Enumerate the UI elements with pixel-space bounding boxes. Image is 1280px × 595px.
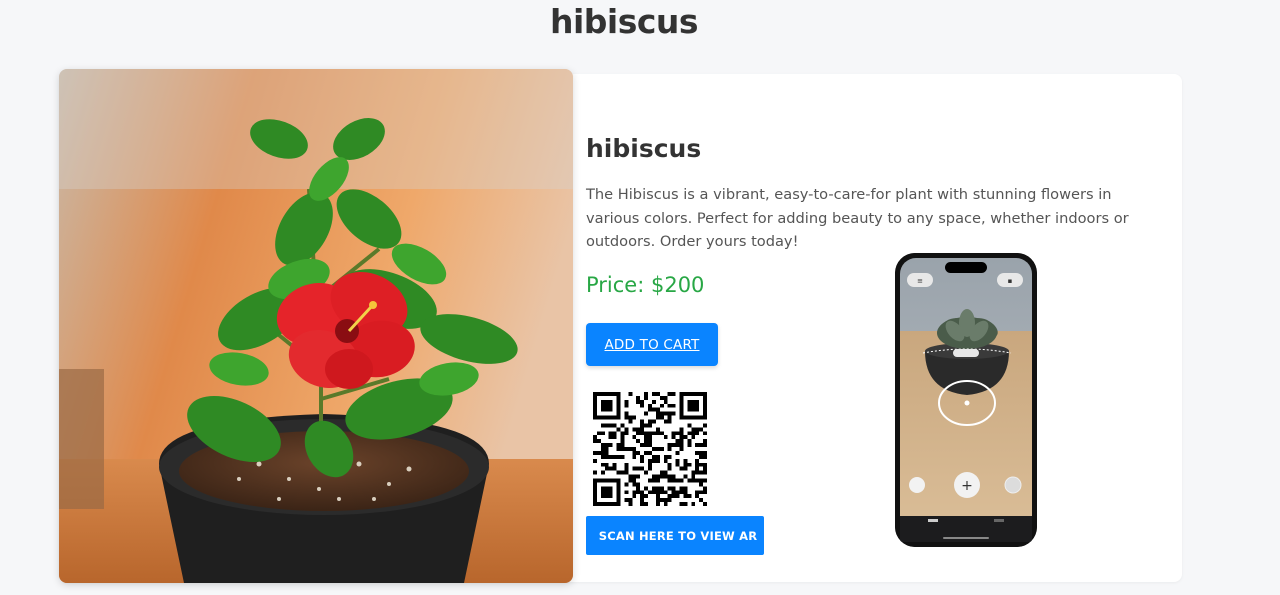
scan-ar-button[interactable]: SCAN HERE TO VIEW AR: [586, 516, 764, 555]
product-name: hibiscus: [586, 134, 702, 163]
svg-text:≡: ≡: [917, 277, 923, 285]
product-price: Price: $200: [586, 273, 705, 297]
svg-text:▪: ▪: [1008, 277, 1013, 285]
ar-qr-code[interactable]: [593, 392, 707, 506]
svg-text:+: +: [961, 478, 973, 494]
page-title: hibiscus: [549, 2, 699, 41]
product-description: The Hibiscus is a vibrant, easy-to-care-…: [586, 186, 1129, 250]
product-image: [59, 69, 573, 583]
ar-preview-phone: ≡ ▪ +: [895, 253, 1037, 547]
add-to-cart-button[interactable]: ADD TO CART: [586, 323, 718, 366]
